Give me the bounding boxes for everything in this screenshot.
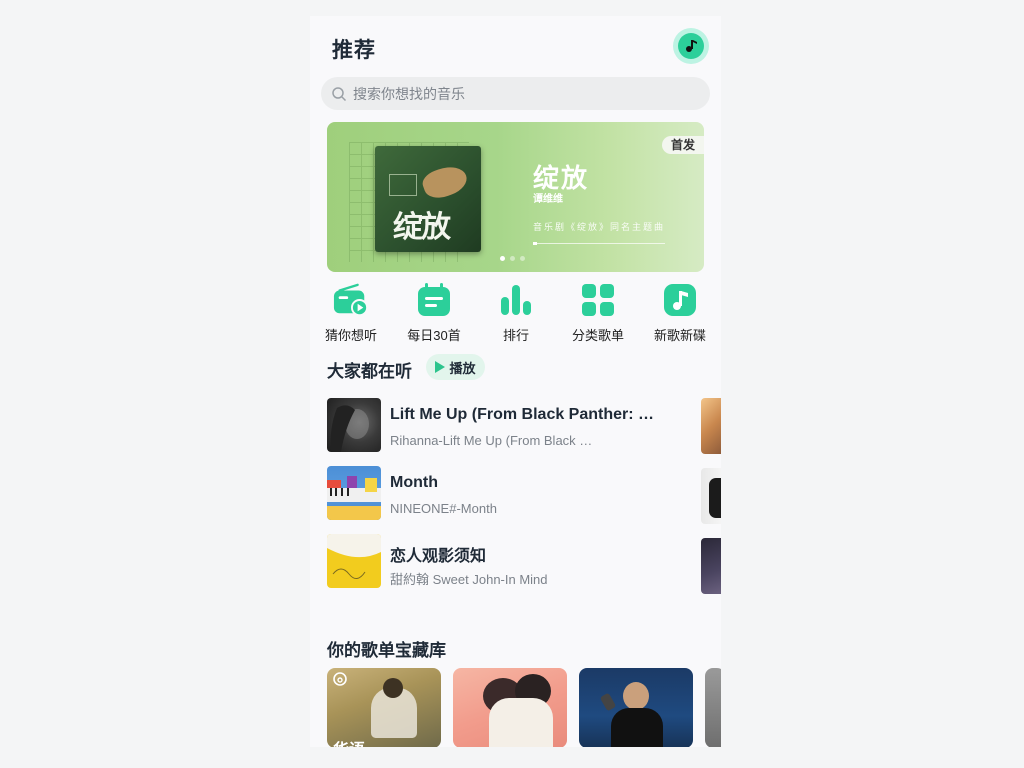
song-subtitle: Rihanna-Lift Me Up (From Black Panther: … <box>390 433 600 448</box>
playlist-card[interactable] <box>579 668 693 747</box>
carousel-dot[interactable] <box>500 256 505 261</box>
song-cover-next[interactable] <box>701 538 721 594</box>
play-label: 播放 <box>449 360 476 376</box>
song-title: Month <box>390 474 438 491</box>
banner-badge: 首发 <box>662 136 704 154</box>
carousel-dot[interactable] <box>520 256 525 261</box>
quick-action-daily[interactable]: 每日30首 <box>393 282 475 344</box>
song-cover-next[interactable] <box>701 468 721 524</box>
play-all-button[interactable]: 播放 <box>426 354 485 380</box>
music-note-icon <box>662 282 698 318</box>
song-subtitle: NINEONE#-Month <box>390 501 497 516</box>
calendar-icon <box>416 282 452 318</box>
quick-action-ranking[interactable]: 排行 <box>475 282 557 344</box>
quick-action-label: 猜你想听 <box>324 328 377 343</box>
banner-description: 音乐剧《绽放》同名主题曲 <box>533 222 666 232</box>
search-input[interactable] <box>353 85 673 102</box>
song-row[interactable]: Lift Me Up (From Black Panther: Wakanda … <box>327 398 697 454</box>
song-row[interactable]: 恋人观影须知 甜約翰 Sweet John-In Mind <box>327 534 697 590</box>
banner-album-cover[interactable]: 绽放 <box>375 146 481 252</box>
page-title: 推荐 <box>332 39 376 62</box>
banner-divider <box>533 242 665 245</box>
quick-actions: 猜你想听 每日30首 排行 分类歌单 新歌新碟 <box>310 282 721 344</box>
song-title: 恋人观影须知 <box>390 548 487 565</box>
music-logo-icon[interactable] <box>673 28 709 64</box>
netease-icon <box>333 672 347 686</box>
carousel-indicator[interactable] <box>500 256 525 261</box>
header: 推荐 <box>310 16 721 78</box>
song-cover-next[interactable] <box>701 398 721 454</box>
playlist-card[interactable] <box>453 668 567 747</box>
quick-action-label: 每日30首 <box>407 328 461 343</box>
song-row[interactable]: Month NINEONE#-Month <box>327 466 697 522</box>
quick-action-label: 分类歌单 <box>571 328 624 343</box>
radio-icon <box>333 282 369 318</box>
quick-action-categories[interactable]: 分类歌单 <box>557 282 639 344</box>
chart-bars-icon <box>498 282 534 318</box>
quick-action-guess[interactable]: 猜你想听 <box>310 282 392 344</box>
song-title: Lift Me Up (From Black Panther: Wakanda … <box>390 406 660 423</box>
featured-banner[interactable]: 绽放 绽放 谭维维 音乐剧《绽放》同名主题曲 首发 <box>327 122 704 272</box>
playlist-card-title: 华语 <box>333 736 365 747</box>
search-bar[interactable] <box>321 77 710 110</box>
song-cover[interactable] <box>327 466 381 520</box>
carousel-dot[interactable] <box>510 256 515 261</box>
grid-icon <box>580 282 616 318</box>
playlist-row: 华语 <box>327 668 721 747</box>
search-icon <box>332 86 347 101</box>
banner-artist: 谭维维 <box>533 194 563 205</box>
quick-action-label: 排行 <box>502 328 529 343</box>
quick-action-new-releases[interactable]: 新歌新碟 <box>639 282 721 344</box>
song-cover[interactable] <box>327 534 381 588</box>
play-icon <box>435 361 446 373</box>
section-title-popular: 大家都在听 <box>327 362 412 381</box>
quick-action-label: 新歌新碟 <box>653 328 706 343</box>
playlist-card[interactable] <box>705 668 721 747</box>
song-cover[interactable] <box>327 398 381 452</box>
cover-title: 绽放 <box>393 210 451 245</box>
app-screen: 推荐 绽放 绽放 谭维维 音乐剧《绽放》同名主题曲 首发 <box>310 16 721 747</box>
section-title-library: 你的歌单宝藏库 <box>327 641 446 660</box>
playlist-card[interactable]: 华语 <box>327 668 441 747</box>
song-subtitle: 甜約翰 Sweet John-In Mind <box>390 572 548 587</box>
